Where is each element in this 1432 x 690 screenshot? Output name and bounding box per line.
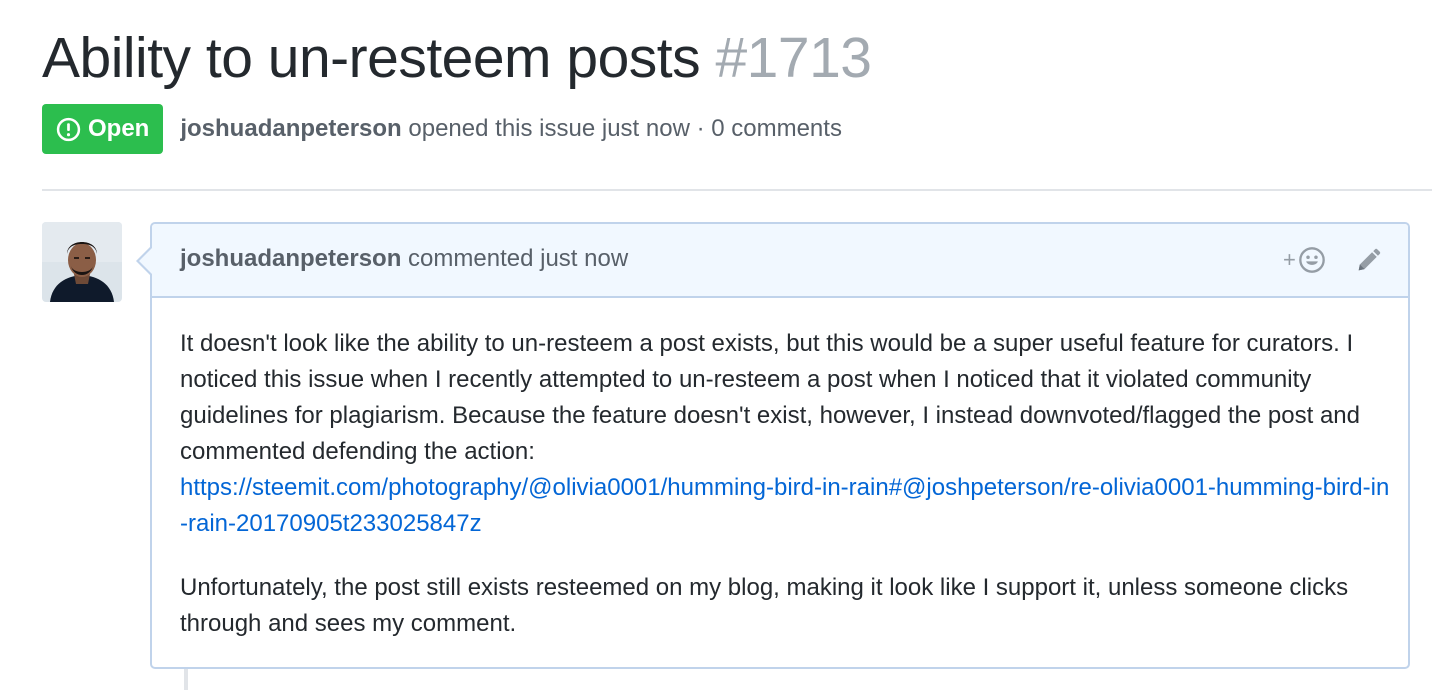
reaction-plus: + [1283, 247, 1296, 272]
issue-page: Ability to un-resteem posts #1713 Open j… [0, 0, 1432, 690]
paragraph-1-text: It doesn't look like the ability to un-r… [180, 330, 1360, 465]
comment-box: joshuadanpeterson commented just now + I… [136, 222, 1410, 669]
issue-meta-text: joshuadanpeterson opened this issue just… [180, 115, 842, 143]
comment-header: joshuadanpeterson commented just now + [152, 224, 1408, 298]
issue-author-link[interactable]: joshuadanpeterson [180, 115, 401, 142]
avatar-image [42, 222, 122, 302]
issue-number: #1713 [715, 26, 872, 90]
state-badge: Open [42, 104, 164, 154]
comment-author-link[interactable]: joshuadanpeterson [180, 245, 401, 272]
smiley-icon [1299, 247, 1325, 273]
state-label: Open [88, 115, 150, 142]
comment-paragraph-1: It doesn't look like the ability to un-r… [180, 326, 1390, 542]
issue-meta: Open joshuadanpeterson opened this issue… [42, 104, 842, 154]
comment-header-text: joshuadanpeterson commented just now [180, 245, 628, 273]
comment-paragraph-2: Unfortunately, the post still exists res… [180, 574, 1349, 637]
issue-title-text: Ability to un-resteem posts [42, 26, 701, 90]
comment-action: commented just now [408, 245, 629, 272]
timeline-line [184, 669, 188, 690]
issue-opened-icon [56, 117, 81, 141]
edit-comment-button[interactable] [1354, 247, 1382, 280]
issue-meta-suffix: opened this issue just now · 0 comments [408, 115, 842, 142]
add-reaction-button[interactable]: + [1283, 246, 1326, 274]
avatar[interactable] [42, 222, 122, 302]
comment-body: It doesn't look like the ability to un-r… [180, 326, 1390, 642]
pencil-icon [1358, 248, 1381, 271]
steemit-post-link[interactable]: https://steemit.com/photography/@olivia0… [180, 474, 1389, 537]
issue-title: Ability to un-resteem posts #1713 [42, 22, 872, 94]
comment-caret-fill [139, 248, 152, 274]
header-divider [42, 189, 1432, 191]
